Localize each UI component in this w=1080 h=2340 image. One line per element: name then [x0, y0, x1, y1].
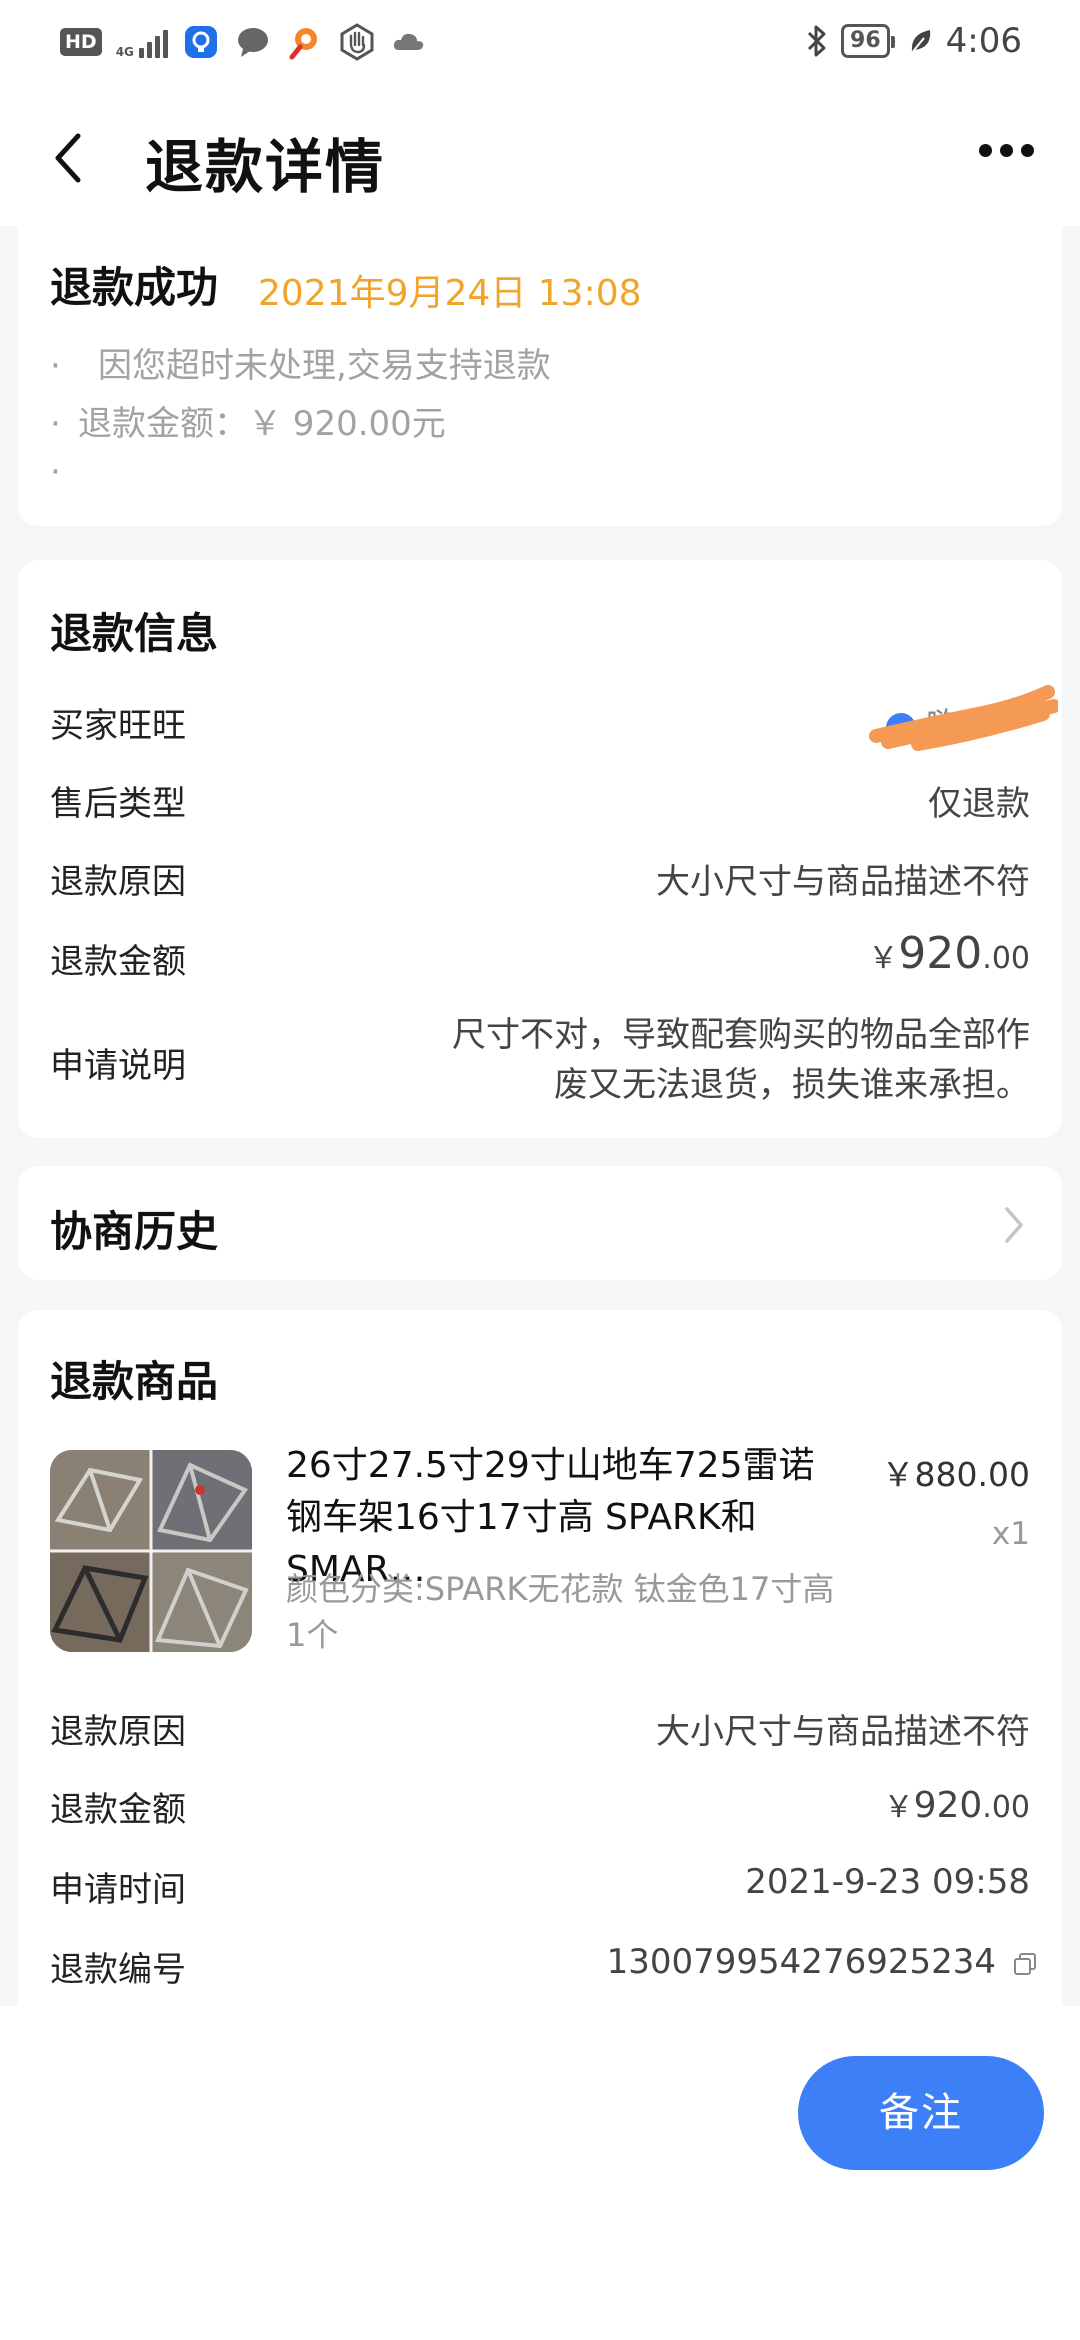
- status-bullet-2: · 退款金额：￥ 920.00元: [50, 404, 446, 444]
- hd-badge: HD: [60, 28, 102, 56]
- network-label: 4G: [115, 45, 134, 59]
- refund-number-value: 1300799542769252​34: [607, 1942, 1038, 1982]
- status-right: 96 4:06: [805, 18, 1022, 64]
- apply-note-line-1: 尺寸不对，导致配套购买的物品全部作: [452, 1015, 1030, 1055]
- currency-symbol: ￥: [868, 941, 899, 976]
- bluetooth-icon: [807, 25, 826, 57]
- refund-amount-label: 退款金额: [50, 942, 186, 982]
- bike-frame-image: [50, 1450, 252, 1652]
- page-title: 退款详情: [145, 133, 386, 201]
- apply-time-label: 申请时间: [50, 1870, 186, 1910]
- hand-icon: [340, 23, 374, 61]
- refund-amount-row: 退款金额 ￥920.00: [50, 928, 1030, 992]
- refund-status-card: 退款成功 2021年9月24日 13:08 · 因您超时未处理,交易支持退款 · 退…: [18, 226, 1062, 526]
- goods-amount-value: ￥920.00: [884, 1782, 1030, 1826]
- goods-amount-row: 退款金额 ￥920.00: [50, 1782, 1030, 1838]
- clock: 4:06: [945, 21, 1022, 61]
- battery-indicator: 96: [841, 24, 895, 58]
- chevron-right-icon: [1005, 1207, 1023, 1243]
- status-bullet-text-2: 退款金额：￥ 920.00元: [78, 404, 446, 444]
- apply-note-label: 申请说明: [50, 1046, 186, 1086]
- negotiation-history-card[interactable]: 协商历史: [18, 1166, 1062, 1280]
- goods-amount-label: 退款金额: [50, 1790, 186, 1830]
- cloud-icon: [393, 33, 424, 50]
- refund-reason-value: 大小尺寸与商品描述不符: [656, 862, 1030, 902]
- refund-success-date: 2021年9月24日 13:08: [258, 273, 642, 314]
- goods-amount-decimal: .00: [982, 1790, 1030, 1825]
- refund-number-row: 退款编号 1300799542769252​34: [50, 1942, 1036, 1998]
- refund-reason-row: 退款原因 大小尺寸与商品描述不符: [50, 854, 1030, 910]
- message-icon: [237, 28, 268, 57]
- buyer-row: 买家旺旺 嗨: [50, 685, 1058, 754]
- apply-time-row: 申请时间 2021-9-23 09:58: [50, 1862, 1030, 1918]
- goods-currency-symbol: ￥: [883, 1790, 914, 1825]
- buyer-label: 买家旺旺: [50, 706, 186, 746]
- apply-note-row: 申请说明 尺寸不对，导致配套购买的物品全部作废又无法退货，损失谁来承担。: [50, 1010, 1030, 1110]
- copy-icon[interactable]: [1012, 1951, 1038, 1977]
- amount-integer: 920: [898, 928, 983, 979]
- leaf-icon: [909, 30, 930, 55]
- back-icon[interactable]: [50, 130, 90, 186]
- product-thumbnail[interactable]: [50, 1450, 252, 1652]
- signal-icon: 4G: [116, 26, 168, 58]
- status-bullet-text-1: 因您超时未处理,交易支持退款: [98, 346, 551, 386]
- aftersale-type-value: 仅退款: [928, 784, 1030, 824]
- refund-info-card: 退款信息 买家旺旺 嗨 售后类型 仅退款 退款原因 大小尺寸与商品描述不符 退款…: [18, 560, 1062, 1138]
- goods-reason-row: 退款原因 大小尺寸与商品描述不符: [50, 1704, 1030, 1760]
- product-price: ￥880.00: [881, 1455, 1030, 1494]
- aftersale-type-label: 售后类型: [50, 784, 186, 824]
- goods-amount-integer: 920: [913, 1785, 983, 1826]
- amount-decimal: .00: [982, 941, 1030, 976]
- apply-note-value: 尺寸不对，导致配套购买的物品全部作废又无法退货，损失谁来承担。: [452, 1010, 1030, 1110]
- apply-note-line-2: 废又无法退货，损失谁来承担。: [554, 1065, 1030, 1105]
- product-spec: 颜色分类:SPARK无花款 钛金色17寸高 1个: [286, 1570, 835, 1654]
- status-bar: HD 4G 96 4:06: [0, 0, 1080, 84]
- negotiation-history-title: 协商历史: [50, 1207, 219, 1256]
- goods-reason-label: 退款原因: [50, 1712, 186, 1752]
- status-bullet-1: · 因您超时未处理,交易支持退款: [50, 346, 551, 386]
- status-bullet-3: ·: [50, 452, 61, 492]
- refund-goods-title: 退款商品: [50, 1357, 219, 1406]
- nav-bar: 退款详情: [0, 84, 1080, 226]
- status-left: HD 4G: [60, 20, 428, 64]
- refund-info-title: 退款信息: [50, 609, 219, 658]
- refund-status-title: 退款成功: [50, 263, 219, 312]
- aftersale-type-row: 售后类型 仅退款: [50, 776, 1030, 832]
- taobao-icon: [289, 28, 317, 60]
- more-icon[interactable]: [979, 144, 1034, 157]
- app-notification-icon: [184, 26, 217, 58]
- refund-number-label: 退款编号: [50, 1950, 186, 1990]
- refund-goods-card: 退款商品 26寸27.5寸29寸山地车725雷诺钢车架16寸17寸高 SPARK…: [18, 1310, 1062, 2006]
- redaction-scribble: [869, 685, 1058, 751]
- refund-number-text: 1300799542769252​34: [606, 1942, 996, 1982]
- goods-reason-value: 大小尺寸与商品描述不符: [656, 1712, 1030, 1752]
- product-quantity: x1: [991, 1516, 1030, 1552]
- refund-reason-label: 退款原因: [50, 862, 186, 902]
- refund-amount-value: ￥920.00: [868, 928, 1030, 979]
- apply-time-value: 2021-9-23 09:58: [745, 1862, 1030, 1902]
- remark-button[interactable]: 备注: [798, 2056, 1044, 2170]
